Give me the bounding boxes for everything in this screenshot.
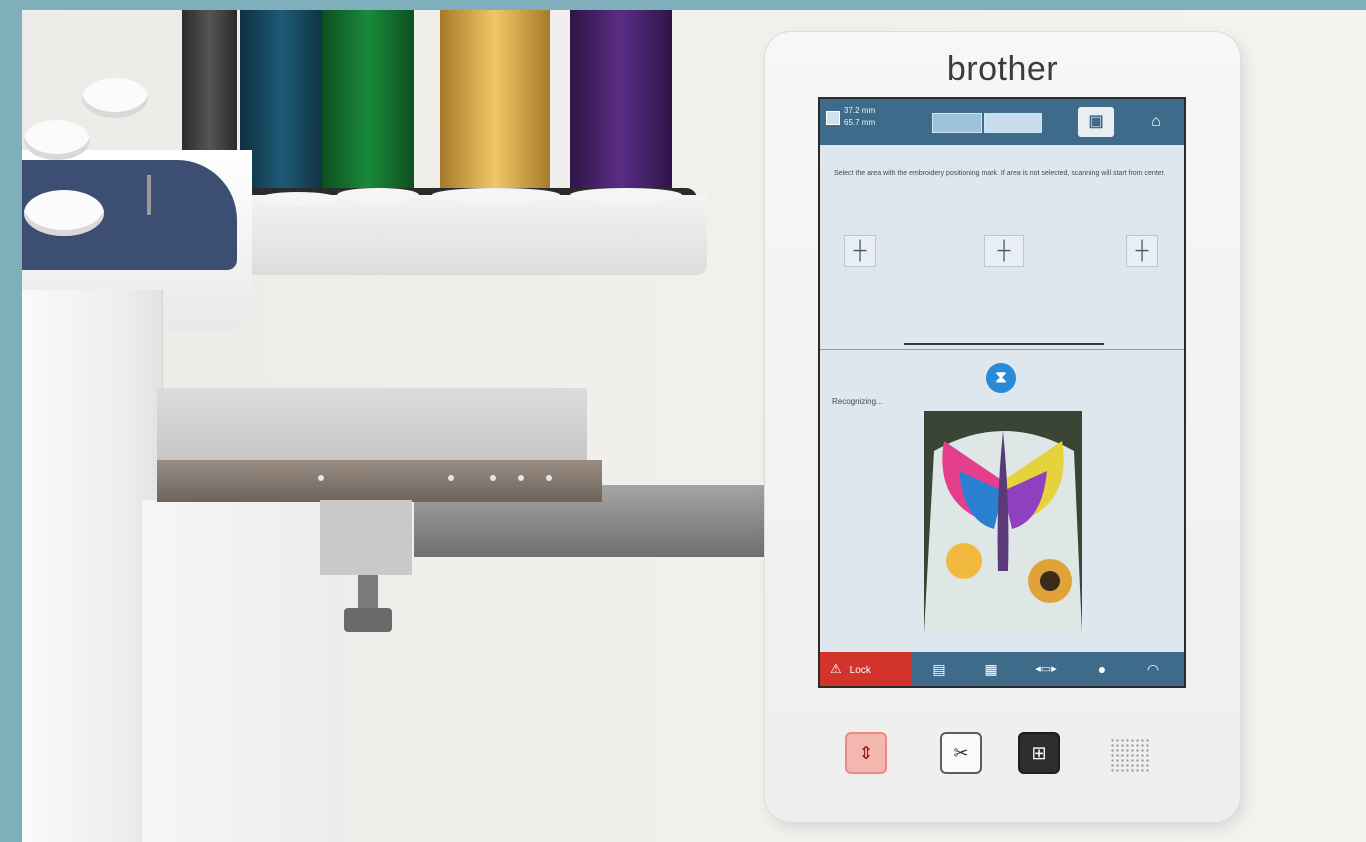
bracket-hole [448,475,454,481]
mark-area-right-button[interactable]: ┼ [1126,235,1158,267]
screen-bottom-bar: ⚠ Lock ▤ ▦ ◂▭▸ ● ◠ [820,652,1184,686]
machine-lower-body [142,500,342,842]
tension-knob [82,78,148,118]
camera-preview-image [924,411,1082,633]
lock-button[interactable]: ⚠ Lock [820,652,912,686]
size-icon [826,111,840,125]
camera-view-edge [820,333,1184,350]
hoop-bracket [157,460,602,502]
thread-spool-purple [570,10,672,206]
mark-center-icon: ┼ [997,240,1011,260]
bracket-hole [318,475,324,481]
carriage-plate [157,388,587,470]
fabric-edge [904,343,1104,345]
pattern-dimensions: 37.2 mm 65.7 mm [844,105,875,129]
warning-icon: ⚠ [830,661,842,676]
bracket-hole [518,475,524,481]
lock-label: Lock [849,665,871,676]
carriage-block [320,500,412,575]
bracket-hole [546,475,552,481]
brand-logo: brother [946,50,1059,88]
thread-spool-green [322,10,414,206]
hoop-indicator [984,113,1042,133]
wifi-icon[interactable]: ◠ [1142,660,1164,678]
camera-button[interactable]: ▣ [1078,107,1114,137]
thread-spool-teal [240,10,325,206]
thread-icon[interactable]: ▦ [980,660,1002,678]
hourglass-icon: ⧗ [986,363,1016,393]
mark-area-center-button[interactable]: ┼ [984,235,1024,267]
spool-base [258,192,338,206]
section-divider [820,349,1184,350]
pattern-width: 65.7 mm [844,118,876,127]
thumb-screw-head [344,608,392,632]
document-icon[interactable]: ▤ [930,660,948,678]
tension-knob [24,120,90,160]
mark-right-icon: ┼ [1135,240,1149,260]
thread-spool-gold [440,10,550,206]
spool-base [337,188,419,202]
spool-base [432,188,560,202]
bracket-hole [490,475,496,481]
start-stop-button[interactable]: ⇕ [845,732,887,774]
lcd-screen: 37.2 mm 65.7 mm ▣ ⌂ Select the area with… [818,97,1186,688]
thread-guide-pin [147,175,151,215]
frame-move-button[interactable]: ⊞ [1018,732,1060,774]
mark-area-left-button[interactable]: ┼ [844,235,876,267]
spool-base [570,188,682,202]
instruction-text: Select the area with the embroidery posi… [834,170,1166,177]
home-button[interactable]: ⌂ [1138,107,1174,137]
speaker-grille [1110,738,1150,772]
screen-top-bar: 37.2 mm 65.7 mm ▣ ⌂ [820,99,1184,145]
tension-knob [24,190,104,236]
spool-stand [232,195,707,275]
thread-cutter-button[interactable]: ✂ [940,732,982,774]
hoop-indicator [932,113,982,133]
butterfly-embroidery-image [924,411,1082,633]
spool-icon[interactable]: ● [1092,660,1112,678]
mark-left-icon: ┼ [853,240,867,260]
frame-icon[interactable]: ◂▭▸ [1026,660,1066,678]
pattern-height: 37.2 mm [844,106,876,115]
status-text: Recognizing... [832,397,883,406]
